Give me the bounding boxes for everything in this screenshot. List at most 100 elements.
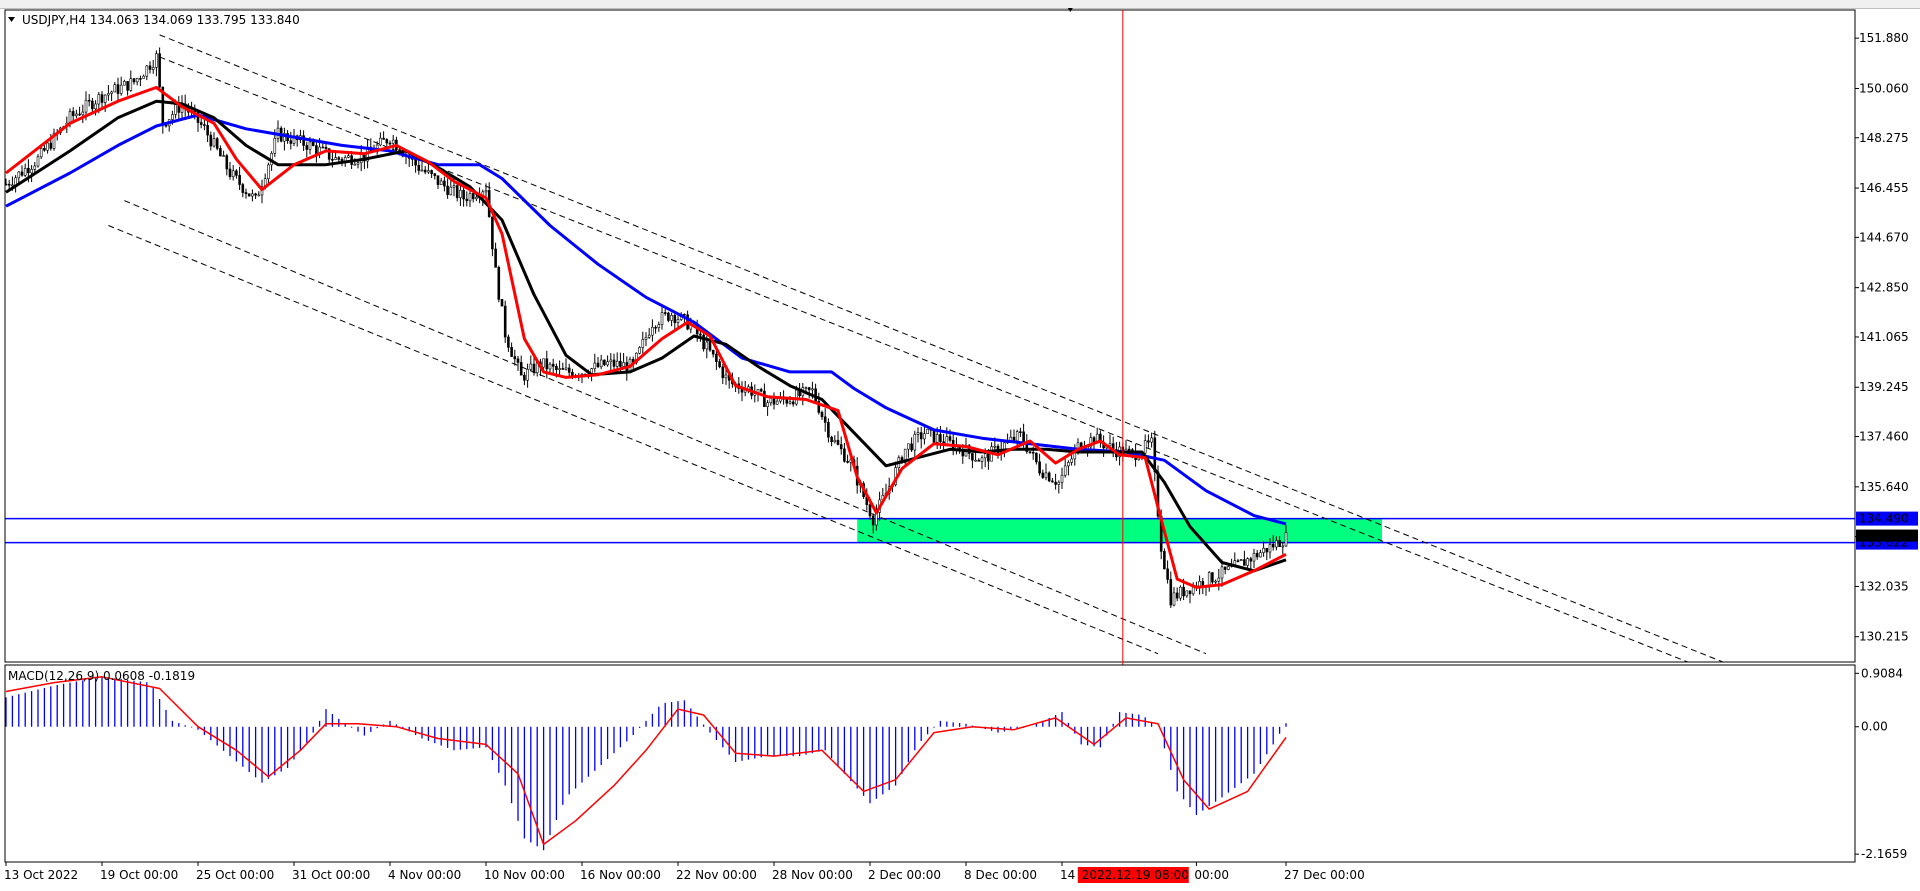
candle-body — [465, 198, 469, 202]
candle-body — [804, 387, 808, 389]
y-tick-label: 146.455 — [1859, 181, 1909, 195]
candle-body — [484, 190, 488, 193]
candle-body — [254, 193, 257, 196]
candle-body — [11, 184, 14, 187]
crosshair-time-label: 2022.12.19 08:00 — [1082, 868, 1189, 882]
y-tick-label: 151.880 — [1859, 31, 1909, 45]
candle-body — [334, 157, 337, 160]
candle-body — [1284, 532, 1288, 547]
candle-body — [647, 334, 651, 338]
candle-body — [660, 312, 664, 325]
candle-body — [107, 93, 110, 96]
candle-body — [715, 353, 718, 362]
candle-body — [513, 356, 517, 360]
candle-body — [558, 368, 561, 370]
candle-body — [1188, 590, 1192, 595]
candle-body — [519, 362, 523, 376]
candle-body — [615, 360, 619, 367]
chart-svg[interactable]: 151.880 150.060 148.275 146.455 144.670 142.8… — [0, 0, 1920, 891]
candle-body — [1067, 462, 1070, 467]
candle-body — [7, 183, 11, 186]
candle-body — [308, 141, 312, 150]
candle-body — [977, 459, 981, 462]
candle-body — [545, 358, 549, 370]
candle-body — [983, 453, 987, 459]
y-tick-label: 148.275 — [1859, 131, 1909, 145]
candle-body — [913, 434, 917, 451]
candle-body — [1278, 540, 1281, 547]
candle-body — [103, 94, 107, 103]
candle-body — [654, 326, 657, 329]
candle-body — [599, 359, 603, 368]
candle-body — [1163, 551, 1166, 570]
candle-body — [324, 146, 328, 149]
y-tick-label: 130.215 — [1859, 630, 1909, 644]
candle-body — [135, 78, 139, 83]
candle-body — [23, 167, 27, 176]
candle-body — [683, 313, 686, 316]
candle-body — [110, 91, 113, 94]
candle-body — [1217, 577, 1221, 582]
candle-body — [1175, 592, 1179, 599]
candle-body — [222, 155, 225, 157]
candle-body — [17, 171, 21, 179]
candle-body — [139, 78, 142, 80]
candle-body — [94, 103, 97, 110]
candle-body — [987, 453, 990, 462]
candle-body — [257, 194, 261, 197]
candle-body — [657, 324, 661, 328]
candle-body — [529, 363, 533, 370]
candle-body — [1172, 592, 1176, 606]
candle-body — [766, 402, 769, 407]
x-tick-label: 19 Oct 00:00 — [100, 868, 178, 882]
candle-body — [91, 100, 94, 110]
level-label: 134.490 — [1859, 512, 1909, 526]
candle-body — [606, 361, 609, 366]
candle-body — [494, 248, 497, 268]
candle-body — [510, 347, 513, 357]
x-tick-label: 10 Nov 00:00 — [484, 868, 565, 882]
candle-body — [430, 170, 433, 174]
candle-body — [763, 390, 766, 407]
x-tick-label: 28 Nov 00:00 — [772, 868, 853, 882]
candle-body — [212, 138, 216, 147]
candle-body — [1182, 586, 1185, 597]
candle-body — [609, 359, 613, 363]
candle-body — [564, 367, 568, 370]
candle-body — [209, 134, 213, 147]
candle-body — [974, 459, 977, 462]
macd-y-tick-label: -2.1659 — [1861, 847, 1907, 861]
candle-body — [385, 139, 389, 144]
candle-body — [516, 358, 520, 363]
candle-body — [699, 333, 702, 336]
candle-body — [439, 180, 443, 185]
candle-body — [315, 145, 318, 155]
candle-body — [644, 337, 648, 340]
macd-panel[interactable]: 0.9084 0.00 -2.1659 — [4, 664, 1907, 863]
candle-body — [1054, 481, 1057, 485]
candle-body — [769, 398, 773, 404]
candle-body — [446, 185, 449, 195]
candle-body — [619, 360, 622, 367]
candle-body — [1015, 431, 1019, 442]
candle-body — [491, 216, 494, 250]
candle-body — [548, 363, 552, 370]
candle-body — [142, 75, 145, 79]
candle-body — [836, 439, 840, 445]
candle-body — [219, 148, 222, 157]
candle-body — [651, 326, 654, 336]
candle-body — [868, 504, 872, 517]
candle-body — [5, 183, 8, 186]
candle-body — [945, 436, 949, 445]
candle-body — [459, 189, 462, 198]
candle-body — [449, 186, 453, 195]
x-tick-label: 2 Dec 00:00 — [868, 868, 941, 882]
candle-body — [468, 193, 472, 202]
candle-body — [206, 125, 209, 136]
candle-body — [1243, 559, 1246, 566]
candle-body — [1252, 552, 1256, 562]
candle-body — [225, 155, 229, 170]
candle-body — [423, 169, 427, 173]
candle-body — [567, 367, 571, 373]
candle-body — [33, 165, 37, 170]
